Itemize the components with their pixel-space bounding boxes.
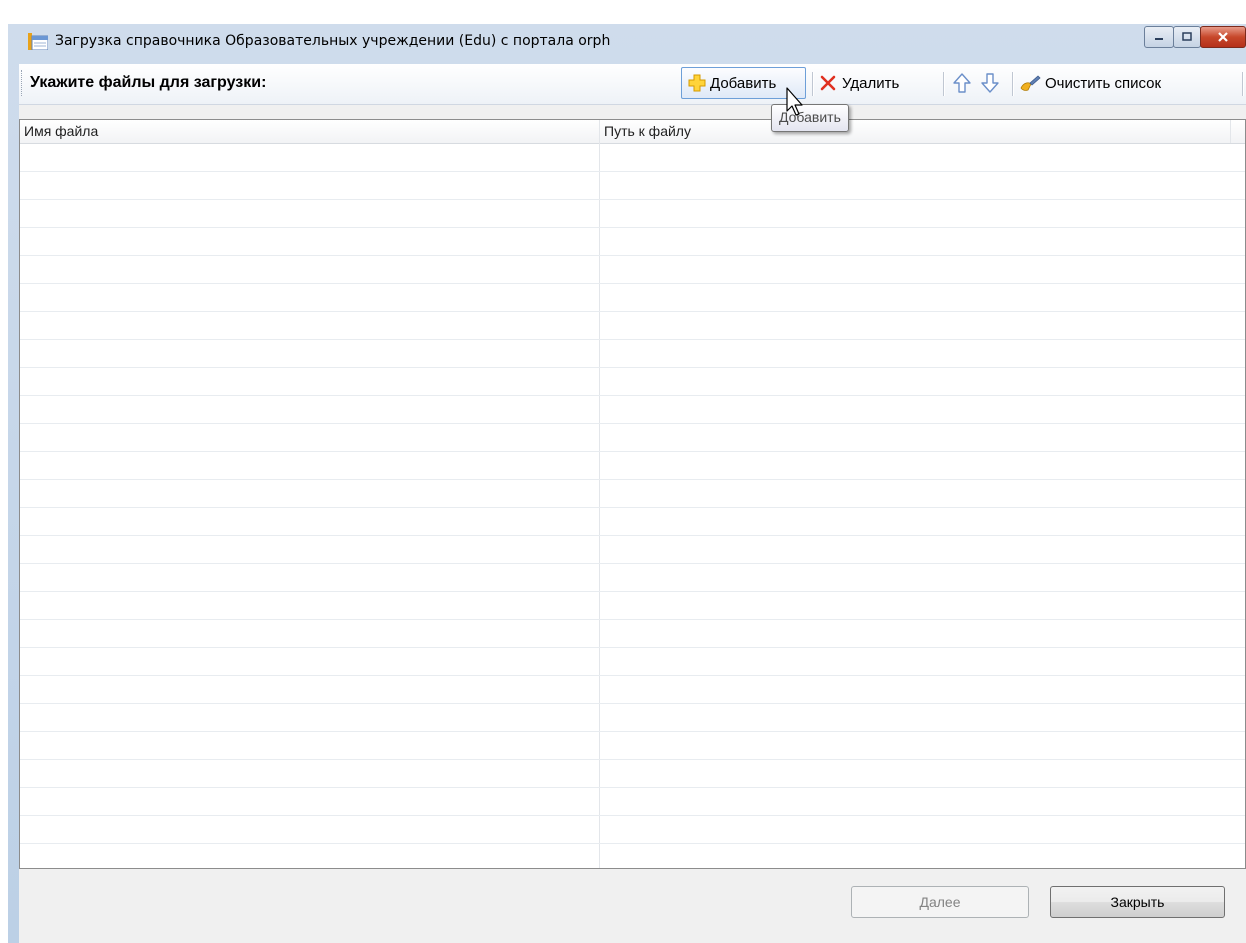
next-button[interactable]: Далее <box>851 886 1029 918</box>
table-row <box>20 844 1245 868</box>
clear-list-button[interactable]: Очистить список <box>1019 67 1219 99</box>
table-row <box>20 228 1245 256</box>
column-divider[interactable] <box>599 120 600 143</box>
table-row <box>20 480 1245 508</box>
table-header: Имя файла Путь к файлу <box>20 120 1245 144</box>
plus-icon <box>688 74 706 92</box>
toolbar-separator <box>1012 72 1014 96</box>
toolbar: Укажите файлы для загрузки: Добавить Уда… <box>19 64 1246 105</box>
delete-button-label: Удалить <box>842 74 900 92</box>
table-row <box>20 172 1245 200</box>
toolbar-separator <box>943 72 945 96</box>
close-window-button[interactable] <box>1200 26 1246 48</box>
table-row <box>20 788 1245 816</box>
table-row <box>20 144 1245 172</box>
close-button[interactable]: Закрыть <box>1050 886 1225 918</box>
delete-button[interactable]: Удалить <box>819 67 939 99</box>
table-row <box>20 200 1245 228</box>
table-row <box>20 676 1245 704</box>
table-row <box>20 816 1245 844</box>
brush-icon <box>1020 75 1041 91</box>
table-row <box>20 256 1245 284</box>
x-icon <box>820 75 836 91</box>
table-row <box>20 508 1245 536</box>
mouse-cursor-icon <box>786 87 803 116</box>
table-row <box>20 564 1245 592</box>
arrow-down-icon <box>981 73 999 93</box>
toolbar-separator <box>812 72 814 96</box>
table-row <box>20 340 1245 368</box>
dialog-client-area: Укажите файлы для загрузки: Добавить Уда… <box>19 64 1246 943</box>
minimize-icon <box>1155 38 1163 40</box>
column-header-file-path[interactable]: Путь к файлу <box>600 120 1230 143</box>
table-row <box>20 620 1245 648</box>
toolbar-grip[interactable] <box>21 70 25 96</box>
toolbar-separator <box>1242 72 1244 96</box>
table-row <box>20 760 1245 788</box>
move-down-button[interactable] <box>980 67 1006 99</box>
table-row <box>20 396 1245 424</box>
column-divider[interactable] <box>1230 120 1231 143</box>
toolbar-label: Укажите файлы для загрузки: <box>30 74 267 91</box>
table-rows <box>20 144 1245 868</box>
window-frame: Загрузка справочника Образовательных учр… <box>8 24 1246 943</box>
table-row <box>20 592 1245 620</box>
table-row <box>20 284 1245 312</box>
move-up-button[interactable] <box>952 67 978 99</box>
close-icon <box>1218 32 1228 42</box>
table-row <box>20 424 1245 452</box>
window-title: Загрузка справочника Образовательных учр… <box>55 33 611 49</box>
title-bar[interactable]: Загрузка справочника Образовательных учр… <box>8 24 1246 62</box>
arrow-up-icon <box>953 73 971 93</box>
tooltip: Добавить <box>771 104 849 132</box>
table-row <box>20 704 1245 732</box>
restore-icon <box>1182 32 1192 41</box>
table-row <box>20 732 1245 760</box>
minimize-button[interactable] <box>1144 26 1174 48</box>
table-row <box>20 368 1245 396</box>
table-row <box>20 536 1245 564</box>
column-header-file-name[interactable]: Имя файла <box>20 120 599 143</box>
clear-list-button-label: Очистить список <box>1045 74 1162 92</box>
files-table[interactable]: Имя файла Путь к файлу <box>19 119 1246 869</box>
add-button-label: Добавить <box>710 74 777 92</box>
maximize-button[interactable] <box>1173 26 1201 48</box>
table-row <box>20 452 1245 480</box>
table-row <box>20 312 1245 340</box>
window-controls <box>1144 26 1246 50</box>
table-row <box>20 648 1245 676</box>
app-icon <box>28 33 48 50</box>
